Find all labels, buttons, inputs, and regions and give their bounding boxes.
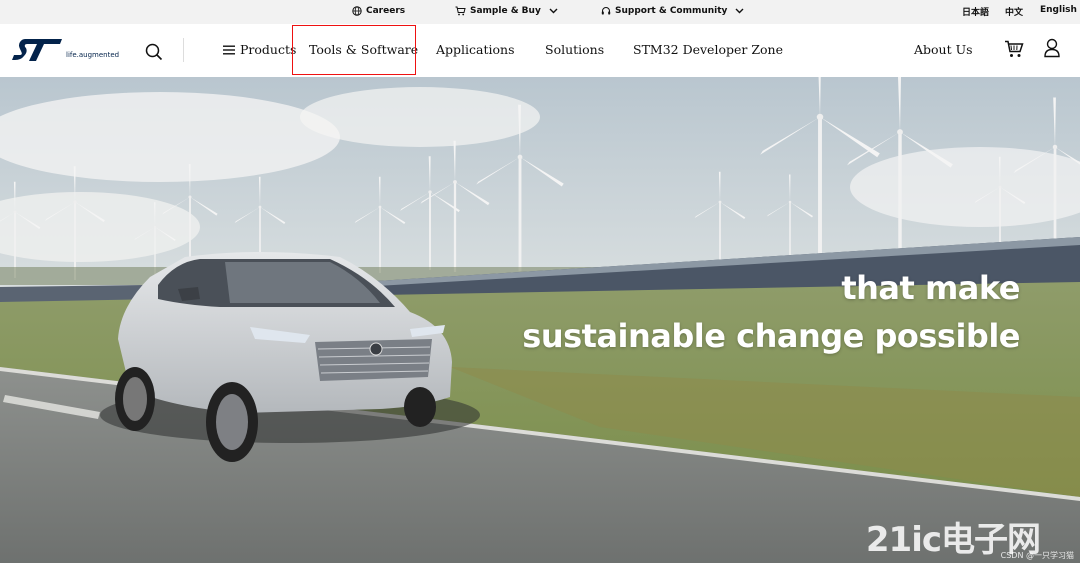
nav-about-us[interactable]: About Us [914,42,973,57]
careers-link[interactable]: Careers [352,6,405,16]
nav-divider [183,38,184,62]
headset-icon [601,6,611,16]
cart-icon[interactable] [1004,40,1024,58]
lang-chinese[interactable]: 中文 [1005,5,1023,18]
hero-headline-line1: that make [841,269,1020,307]
sample-buy-menu[interactable]: Sample & Buy [455,6,558,16]
nav-solutions[interactable]: Solutions [545,42,604,57]
cart-small-icon [455,6,466,16]
chevron-down-icon [735,8,744,14]
hero-banner: that make sustainable change possible 21… [0,77,1080,563]
nav-products[interactable]: Products [223,42,296,57]
nav-stm32-developer-zone[interactable]: STM32 Developer Zone [633,42,783,57]
careers-label: Careers [366,6,405,16]
nav-products-label: Products [240,42,296,57]
tools-software-highlight [292,25,416,75]
lang-english[interactable]: English [1040,5,1077,15]
logo-tagline: life.augmented [66,51,119,59]
watermark-caption: CSDN @一只学习猫 [1001,550,1074,561]
globe-icon [352,6,362,16]
chevron-down-icon [549,8,558,14]
hero-headline-line2: sustainable change possible [522,317,1020,355]
sample-buy-label: Sample & Buy [470,6,541,16]
lang-japanese[interactable]: 日本語 [962,5,989,18]
st-logo[interactable] [12,36,64,64]
support-community-menu[interactable]: Support & Community [601,6,744,16]
user-icon[interactable] [1044,38,1060,58]
support-community-label: Support & Community [615,6,727,16]
search-icon[interactable] [145,43,163,61]
menu-icon [223,45,235,55]
utility-bar: Careers Sample & Buy Support & Community… [0,0,1080,24]
nav-applications[interactable]: Applications [436,42,515,57]
